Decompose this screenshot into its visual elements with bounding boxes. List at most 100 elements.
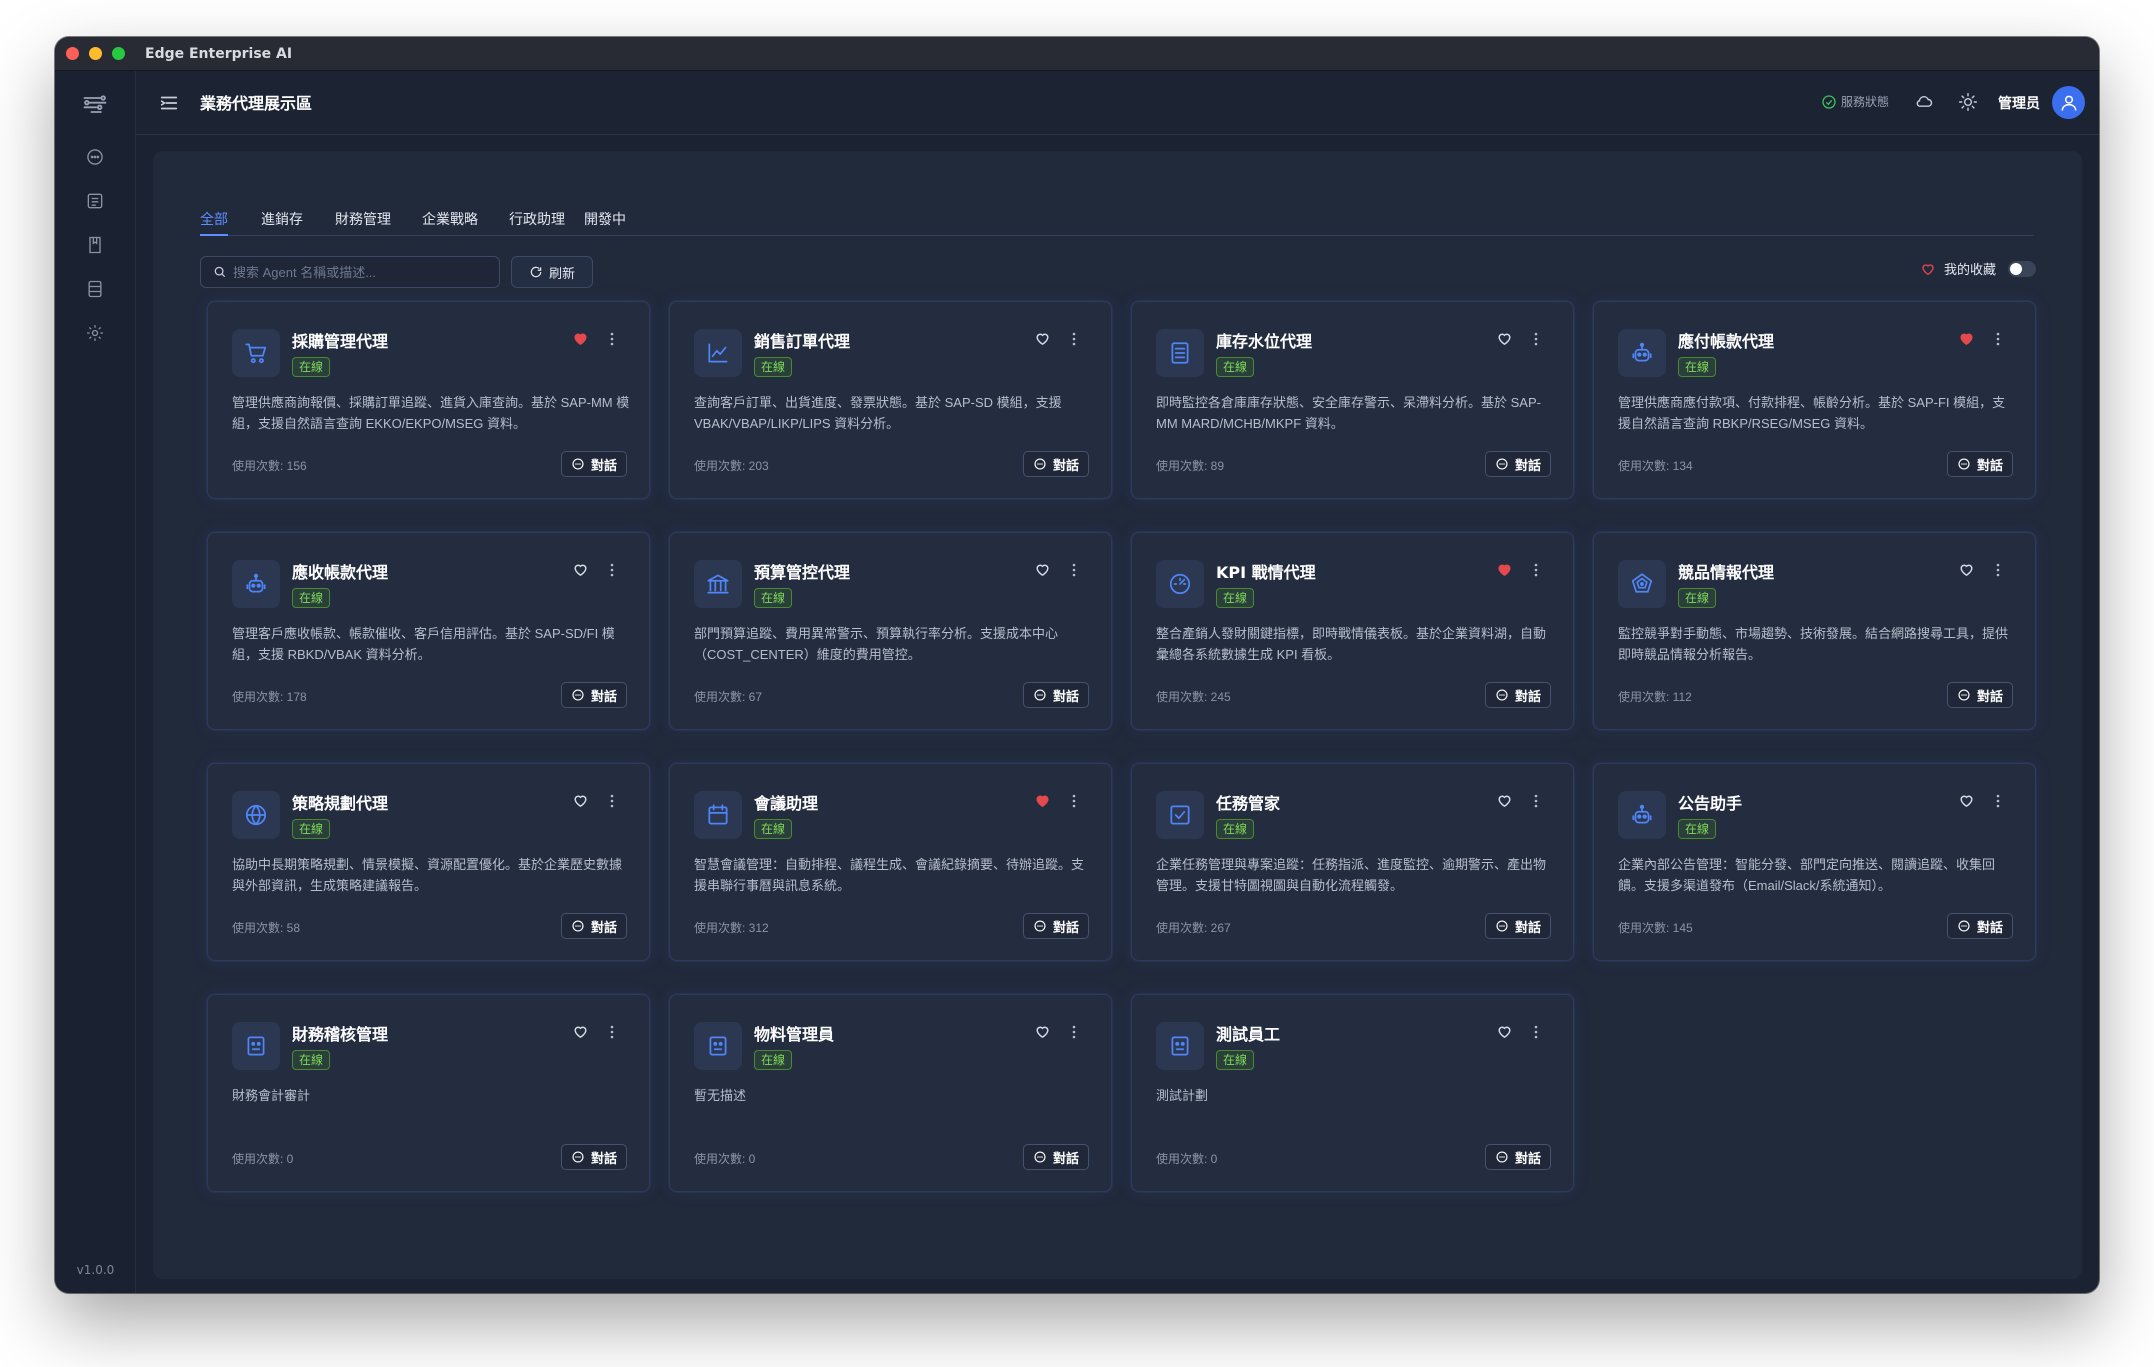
chat-label: 對話 xyxy=(1052,920,1079,936)
sun-icon[interactable] xyxy=(1958,92,1978,112)
chat-label: 對話 xyxy=(1514,689,1541,705)
chat-button[interactable]: 對話 xyxy=(561,682,627,708)
favorite-heart-icon[interactable] xyxy=(1496,330,1513,347)
tab-all[interactable]: 全部 xyxy=(200,209,228,229)
usage-value: 0 xyxy=(1210,1152,1218,1166)
favorite-heart-icon[interactable] xyxy=(1496,1023,1513,1040)
chat-button[interactable]: 對話 xyxy=(1023,682,1089,708)
agent-description: 暫无描述 xyxy=(694,1088,747,1103)
usage-value: 0 xyxy=(286,1152,294,1166)
favorite-heart-icon[interactable] xyxy=(572,1023,589,1040)
menu-toggle-icon[interactable] xyxy=(158,92,180,114)
tab-strategy[interactable]: 企業戰略 xyxy=(422,209,478,229)
usage-count: 使用次數: 203 xyxy=(694,457,769,474)
favorites-toggle[interactable] xyxy=(2008,260,2036,277)
more-options-icon[interactable] xyxy=(605,331,619,347)
sidebar-item-database[interactable] xyxy=(85,279,105,299)
sidebar-item-agents[interactable] xyxy=(85,191,105,211)
favorite-heart-icon[interactable] xyxy=(572,561,589,578)
agent-card[interactable]: 預算管控代理 在線 部門預算追蹤、費用異常警示、預算執行率分析。支援成本中心（COS… xyxy=(669,532,1112,730)
chat-button[interactable]: 對話 xyxy=(1023,1144,1089,1170)
agent-card[interactable]: 銷售訂單代理 在線 查詢客戶訂單、出貨進度、發票狀態。基於 SAP-SD 模組，支援… xyxy=(669,301,1112,499)
favorite-heart-icon[interactable] xyxy=(1958,561,1975,578)
chat-button[interactable]: 對話 xyxy=(561,451,627,477)
chat-label: 對話 xyxy=(590,458,617,474)
close-window-button[interactable] xyxy=(66,47,79,60)
search-input[interactable] xyxy=(233,264,483,280)
favorite-heart-icon[interactable] xyxy=(572,792,589,809)
usage-count: 使用次數: 0 xyxy=(232,1150,293,1167)
favorite-heart-icon[interactable] xyxy=(1034,330,1051,347)
more-options-icon[interactable] xyxy=(605,793,619,809)
tab-admin-assistant[interactable]: 行政助理 xyxy=(509,209,565,229)
agent-card[interactable]: 財務稽核管理 在線 財務會計審計 使用次數: 0 對話 xyxy=(207,994,650,1192)
agent-card[interactable]: 採購管理代理 在線 管理供應商詢報價、採購訂單追蹤、進貨入庫查詢。基於 SAP-MM… xyxy=(207,301,650,499)
usage-value: 58 xyxy=(286,921,301,935)
minimize-window-button[interactable] xyxy=(89,47,102,60)
sidebar-item-settings[interactable] xyxy=(85,323,105,343)
chat-button[interactable]: 對話 xyxy=(1947,913,2013,939)
refresh-button[interactable]: 刷新 xyxy=(511,256,593,288)
tab-inventory[interactable]: 進銷存 xyxy=(261,209,303,229)
chat-button[interactable]: 對話 xyxy=(1485,913,1551,939)
agent-card[interactable]: 應付帳款代理 在線 管理供應商應付款項、付款排程、帳齡分析。基於 SAP-FI 模組… xyxy=(1593,301,2036,499)
more-options-icon[interactable] xyxy=(1529,562,1543,578)
agent-card[interactable]: 應收帳款代理 在線 管理客戶應收帳款、帳款催收、客戶信用評估。基於 SAP-SD/F… xyxy=(207,532,650,730)
admin-name[interactable]: 管理员 xyxy=(1998,93,2040,113)
tab-finance[interactable]: 財務管理 xyxy=(335,209,391,229)
chat-button[interactable]: 對話 xyxy=(1485,682,1551,708)
sidebar-item-knowledge[interactable] xyxy=(85,235,105,255)
agent-card[interactable]: 任務管家 在線 企業任務管理與專案追蹤：任務指派、進度監控、逾期警示、產出物管理。支… xyxy=(1131,763,1574,961)
chat-button[interactable]: 對話 xyxy=(1023,913,1089,939)
agent-card[interactable]: 物料管理員 在線 暫无描述 使用次數: 0 對話 xyxy=(669,994,1112,1192)
more-options-icon[interactable] xyxy=(1067,331,1081,347)
agent-card[interactable]: 庫存水位代理 在線 即時監控各倉庫庫存狀態、安全庫存警示、呆滯料分析。基於 SAP-… xyxy=(1131,301,1574,499)
more-options-icon[interactable] xyxy=(1067,793,1081,809)
favorite-heart-icon[interactable] xyxy=(1034,792,1051,809)
more-options-icon[interactable] xyxy=(605,1024,619,1040)
usage-value: 0 xyxy=(748,1152,756,1166)
service-status[interactable]: 服務狀態 xyxy=(1821,93,1889,110)
chat-button[interactable]: 對話 xyxy=(1023,451,1089,477)
chat-button[interactable]: 對話 xyxy=(1947,682,2013,708)
agent-card[interactable]: 測試員工 在線 測試計劃 使用次數: 0 對話 xyxy=(1131,994,1574,1192)
favorite-heart-icon[interactable] xyxy=(1958,792,1975,809)
favorite-heart-icon[interactable] xyxy=(1034,1023,1051,1040)
favorite-heart-icon[interactable] xyxy=(1958,330,1975,347)
agent-card[interactable]: 策略規劃代理 在線 協助中長期策略規劃、情景模擬、資源配置優化。基於企業歷史數據與外… xyxy=(207,763,650,961)
sidebar-item-chat[interactable] xyxy=(85,147,105,167)
more-options-icon[interactable] xyxy=(1529,331,1543,347)
usage-label: 使用次數: xyxy=(694,921,749,935)
search-box[interactable] xyxy=(200,256,500,288)
more-options-icon[interactable] xyxy=(1529,793,1543,809)
top-bar: 業務代理展示區 服務狀態 管理员 xyxy=(136,71,2099,135)
chat-button[interactable]: 對話 xyxy=(1485,1144,1551,1170)
agent-card[interactable]: 會議助理 在線 智慧會議管理：自動排程、議程生成、會議紀錄摘要、待辦追蹤。支援串聯行… xyxy=(669,763,1112,961)
agent-description: 財務會計審計 xyxy=(232,1088,311,1103)
chat-button[interactable]: 對話 xyxy=(1485,451,1551,477)
app-logo-icon[interactable] xyxy=(81,91,109,119)
chat-button[interactable]: 對話 xyxy=(1947,451,2013,477)
agent-card[interactable]: 競品情報代理 在線 監控競爭對手動態、市場趨勢、技術發展。結合網路搜尋工具，提供即時… xyxy=(1593,532,2036,730)
cloud-icon[interactable] xyxy=(1914,92,1934,112)
more-options-icon[interactable] xyxy=(1991,331,2005,347)
more-options-icon[interactable] xyxy=(1067,562,1081,578)
maximize-window-button[interactable] xyxy=(112,47,125,60)
chat-button[interactable]: 對話 xyxy=(561,913,627,939)
avatar[interactable] xyxy=(2052,86,2085,119)
more-options-icon[interactable] xyxy=(1067,1024,1081,1040)
agent-card[interactable]: KPI 戰情代理 在線 整合產銷人發財關鍵指標，即時戰情儀表板。基於企業資料湖，自動… xyxy=(1131,532,1574,730)
favorite-heart-icon[interactable] xyxy=(572,330,589,347)
usage-count: 使用次數: 0 xyxy=(1156,1150,1217,1167)
chat-button[interactable]: 對話 xyxy=(561,1144,627,1170)
more-options-icon[interactable] xyxy=(1529,1024,1543,1040)
favorite-heart-icon[interactable] xyxy=(1496,792,1513,809)
favorite-heart-icon[interactable] xyxy=(1496,561,1513,578)
more-options-icon[interactable] xyxy=(1991,562,2005,578)
more-options-icon[interactable] xyxy=(1991,793,2005,809)
page-title: 業務代理展示區 xyxy=(200,94,313,113)
more-options-icon[interactable] xyxy=(605,562,619,578)
favorite-heart-icon[interactable] xyxy=(1034,561,1051,578)
tab-in-development[interactable]: 開發中 xyxy=(584,209,626,229)
agent-card[interactable]: 公告助手 在線 企業內部公告管理：智能分發、部門定向推送、閱讀追蹤、收集回饋。支援多… xyxy=(1593,763,2036,961)
